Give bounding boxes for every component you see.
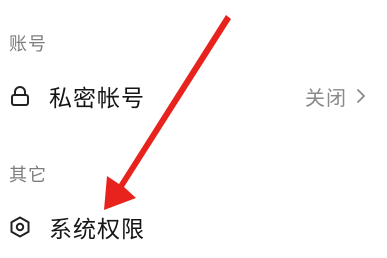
- system-permissions-row[interactable]: 系统权限: [0, 201, 387, 253]
- lock-icon: [9, 85, 31, 107]
- private-account-row[interactable]: 私密帐号 关闭: [0, 70, 387, 122]
- system-permissions-label: 系统权限: [49, 217, 145, 243]
- private-account-label: 私密帐号: [49, 86, 145, 112]
- hexagon-settings-icon: [9, 216, 31, 238]
- chevron-right-icon: [355, 87, 367, 105]
- private-account-status: 关闭: [305, 85, 347, 110]
- section-label-account: 账号: [9, 34, 47, 55]
- section-label-other: 其它: [9, 165, 47, 186]
